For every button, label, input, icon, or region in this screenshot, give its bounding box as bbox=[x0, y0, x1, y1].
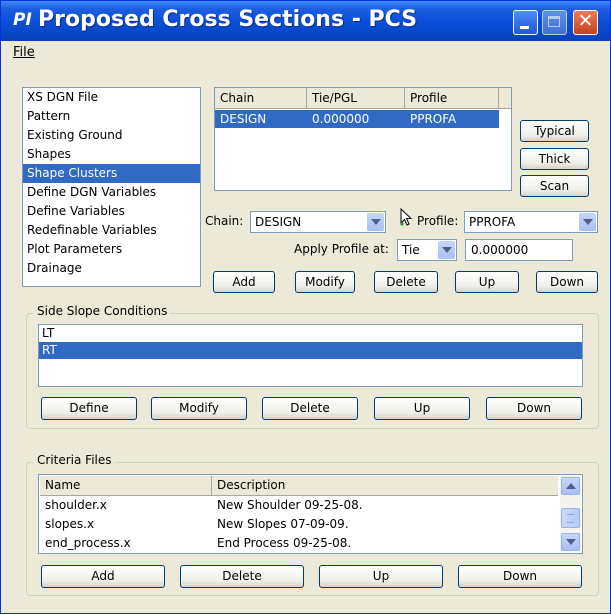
profile-label: Profile: bbox=[417, 214, 459, 228]
chain-label: Chain: bbox=[205, 214, 244, 228]
chevron-down-icon[interactable] bbox=[438, 241, 455, 259]
criteria-table-header: Name Description bbox=[40, 476, 558, 496]
criteria-name: slopes.x bbox=[45, 517, 95, 531]
column-header-name[interactable]: Name bbox=[40, 476, 212, 495]
side-slope-item-rt[interactable]: RT bbox=[39, 342, 582, 359]
side-slope-item-lt[interactable]: LT bbox=[39, 325, 582, 342]
down-button[interactable]: Down bbox=[536, 271, 598, 293]
typical-button[interactable]: Typical bbox=[520, 120, 589, 142]
side-slope-list[interactable]: LT RT bbox=[38, 324, 583, 387]
menu-file[interactable]: File bbox=[13, 45, 35, 60]
column-header-profile[interactable]: Profile bbox=[405, 88, 499, 108]
scan-button[interactable]: Scan bbox=[520, 175, 589, 197]
criteria-files-list[interactable]: Name Description shoulder.x New Shoulder… bbox=[38, 474, 583, 554]
category-item-plot-parameters[interactable]: Plot Parameters bbox=[23, 240, 200, 259]
close-button[interactable]: ✕ bbox=[573, 10, 598, 35]
category-item-shapes[interactable]: Shapes bbox=[23, 145, 200, 164]
category-item-existing-ground[interactable]: Existing Ground bbox=[23, 126, 200, 145]
pick-profile-cursor-icon[interactable] bbox=[399, 208, 415, 228]
side-slope-group-title: Side Slope Conditions bbox=[34, 304, 171, 318]
scroll-down-icon[interactable] bbox=[561, 533, 580, 551]
category-item-redefinable-variables[interactable]: Redefinable Variables bbox=[23, 221, 200, 240]
minimize-icon bbox=[520, 26, 529, 29]
profile-select[interactable]: PPROFA bbox=[464, 211, 598, 233]
chain-table-header: Chain Tie/PGL Profile bbox=[215, 88, 511, 109]
chain-select-value: DESIGN bbox=[255, 215, 302, 229]
maximize-button[interactable] bbox=[542, 10, 567, 35]
window-title: Proposed Cross Sections - PCS bbox=[38, 7, 418, 32]
chevron-down-icon[interactable] bbox=[579, 213, 596, 231]
apply-profile-select[interactable]: Tie bbox=[397, 239, 457, 261]
criteria-scrollbar[interactable] bbox=[560, 476, 581, 552]
add-button[interactable]: Add bbox=[213, 271, 275, 293]
cell-profile: PPROFA bbox=[410, 112, 457, 126]
app-icon: PI bbox=[13, 10, 32, 30]
chevron-down-icon[interactable] bbox=[367, 213, 384, 231]
maximize-icon bbox=[548, 16, 560, 27]
up-slope-button[interactable]: Up bbox=[374, 397, 470, 420]
category-list[interactable]: XS DGN File Pattern Existing Ground Shap… bbox=[22, 87, 201, 287]
menu-bar: File bbox=[1, 41, 610, 65]
criteria-description: New Slopes 07-09-09. bbox=[217, 517, 349, 531]
criteria-description: End Process 09-25-08. bbox=[217, 536, 352, 550]
scroll-thumb[interactable] bbox=[561, 508, 580, 528]
criteria-row[interactable]: slopes.x New Slopes 07-09-09. bbox=[40, 515, 558, 533]
category-item-drainage[interactable]: Drainage bbox=[23, 259, 200, 278]
offset-field[interactable]: 0.000000 bbox=[465, 239, 573, 261]
column-header-description[interactable]: Description bbox=[212, 476, 558, 495]
category-item-shape-clusters[interactable]: Shape Clusters bbox=[23, 164, 200, 183]
criteria-name: shoulder.x bbox=[45, 498, 107, 512]
criteria-row[interactable]: shoulder.x New Shoulder 09-25-08. bbox=[40, 496, 558, 514]
category-item-xs-dgn-file[interactable]: XS DGN File bbox=[23, 88, 200, 107]
apply-profile-value: Tie bbox=[402, 243, 420, 257]
criteria-row[interactable]: end_process.x End Process 09-25-08. bbox=[40, 534, 558, 552]
chain-table[interactable]: Chain Tie/PGL Profile DESIGN 0.000000 PP… bbox=[214, 87, 512, 191]
add-criteria-button[interactable]: Add bbox=[41, 565, 165, 588]
cell-tie-pgl: 0.000000 bbox=[312, 112, 370, 126]
column-header-chain[interactable]: Chain bbox=[215, 88, 307, 108]
chain-select[interactable]: DESIGN bbox=[250, 211, 386, 233]
down-slope-button[interactable]: Down bbox=[486, 397, 582, 420]
define-slope-button[interactable]: Define bbox=[41, 397, 137, 420]
close-icon: ✕ bbox=[577, 10, 594, 32]
pcs-window: PI Proposed Cross Sections - PCS ✕ File … bbox=[0, 0, 611, 614]
profile-select-value: PPROFA bbox=[469, 215, 516, 229]
modify-slope-button[interactable]: Modify bbox=[151, 397, 247, 420]
criteria-files-group-title: Criteria Files bbox=[34, 453, 115, 467]
down-criteria-button[interactable]: Down bbox=[458, 565, 582, 588]
offset-value: 0.000000 bbox=[471, 243, 529, 257]
delete-criteria-button[interactable]: Delete bbox=[180, 565, 304, 588]
category-item-define-dgn-variables[interactable]: Define DGN Variables bbox=[23, 183, 200, 202]
cell-chain: DESIGN bbox=[220, 112, 267, 126]
scroll-up-icon[interactable] bbox=[561, 477, 580, 495]
thick-button[interactable]: Thick bbox=[520, 148, 589, 170]
chain-table-row[interactable]: DESIGN 0.000000 PPROFA bbox=[215, 110, 499, 128]
delete-button[interactable]: Delete bbox=[374, 271, 438, 293]
apply-profile-label: Apply Profile at: bbox=[294, 242, 389, 256]
category-item-pattern[interactable]: Pattern bbox=[23, 107, 200, 126]
minimize-button[interactable] bbox=[513, 10, 538, 35]
modify-button[interactable]: Modify bbox=[295, 271, 355, 293]
criteria-description: New Shoulder 09-25-08. bbox=[217, 498, 363, 512]
delete-slope-button[interactable]: Delete bbox=[262, 397, 358, 420]
criteria-name: end_process.x bbox=[45, 536, 131, 550]
category-item-define-variables[interactable]: Define Variables bbox=[23, 202, 200, 221]
up-button[interactable]: Up bbox=[455, 271, 519, 293]
up-criteria-button[interactable]: Up bbox=[319, 565, 443, 588]
column-header-tie-pgl[interactable]: Tie/PGL bbox=[307, 88, 405, 108]
title-bar[interactable]: PI Proposed Cross Sections - PCS ✕ bbox=[1, 1, 610, 41]
menu-file-label: File bbox=[13, 45, 35, 60]
